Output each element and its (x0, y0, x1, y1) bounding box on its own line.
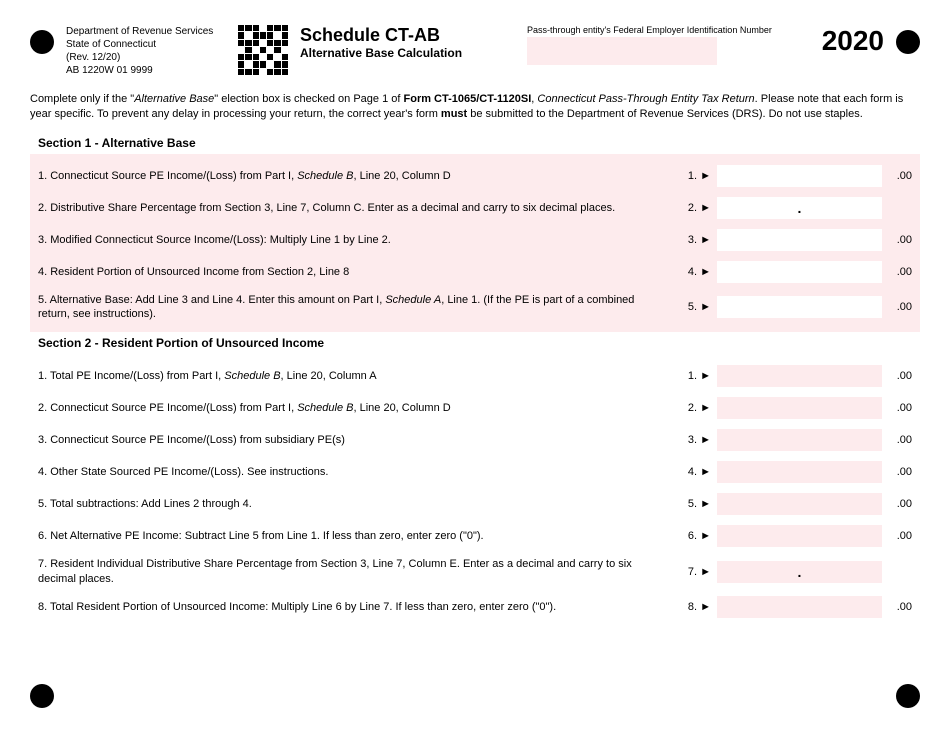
section2-line2-input[interactable] (717, 397, 882, 419)
line-suffix: .00 (882, 498, 912, 510)
line-suffix: .00 (882, 266, 912, 278)
line-suffix: .00 (882, 370, 912, 382)
line-number-marker: 3. ► (677, 234, 717, 246)
line-description: 5. Total subtractions: Add Lines 2 throu… (38, 497, 677, 511)
line-number-marker: 5. ► (677, 498, 717, 510)
line-suffix: .00 (882, 434, 912, 446)
section2-line7-input[interactable]: . (717, 561, 882, 583)
line-row: 5. Alternative Base: Add Line 3 and Line… (30, 288, 920, 327)
alignment-dot-top-left (30, 30, 54, 54)
footer-dots (30, 684, 920, 708)
section1-line3-input[interactable] (717, 229, 882, 251)
line-suffix: .00 (882, 466, 912, 478)
line-row: 2. Connecticut Source PE Income/(Loss) f… (30, 392, 920, 424)
section1-header: Section 1 - Alternative Base (30, 132, 920, 154)
line-row: 8. Total Resident Portion of Unsourced I… (30, 591, 920, 623)
alignment-dot-bottom-right (896, 684, 920, 708)
qr-code-icon (238, 25, 288, 75)
section2-line3-input[interactable] (717, 429, 882, 451)
title-block: Schedule CT-AB Alternative Base Calculat… (300, 25, 515, 60)
line-number-marker: 1. ► (677, 170, 717, 182)
line-suffix: .00 (882, 601, 912, 613)
line-row: 4. Resident Portion of Unsourced Income … (30, 256, 920, 288)
line-suffix: .00 (882, 234, 912, 246)
line-description: 4. Resident Portion of Unsourced Income … (38, 265, 677, 279)
line-suffix: .00 (882, 530, 912, 542)
line-description: 2. Connecticut Source PE Income/(Loss) f… (38, 401, 677, 415)
line-number-marker: 5. ► (677, 301, 717, 313)
instructions-text: Complete only if the "Alternative Base" … (30, 92, 920, 122)
line-description: 7. Resident Individual Distributive Shar… (38, 557, 677, 586)
dept-line2: State of Connecticut (66, 38, 226, 51)
dept-line4: AB 1220W 01 9999 (66, 64, 226, 77)
fein-block: Pass-through entity's Federal Employer I… (527, 25, 802, 65)
form-title: Schedule CT-AB (300, 25, 515, 46)
line-number-marker: 7. ► (677, 566, 717, 578)
dept-line3: (Rev. 12/20) (66, 51, 226, 64)
section1-line1-input[interactable] (717, 165, 882, 187)
line-row: 3. Modified Connecticut Source Income/(L… (30, 224, 920, 256)
fein-label: Pass-through entity's Federal Employer I… (527, 25, 802, 35)
section2-line8-input[interactable] (717, 596, 882, 618)
tax-year: 2020 (822, 25, 884, 57)
line-row: 7. Resident Individual Distributive Shar… (30, 552, 920, 591)
section1-line2-input[interactable]: . (717, 197, 882, 219)
section2-line5-input[interactable] (717, 493, 882, 515)
form-header: Department of Revenue Services State of … (30, 25, 920, 77)
line-suffix: .00 (882, 170, 912, 182)
line-row: 1. Total PE Income/(Loss) from Part I, S… (30, 360, 920, 392)
section1-line4-input[interactable] (717, 261, 882, 283)
section1-band: 1. Connecticut Source PE Income/(Loss) f… (30, 154, 920, 333)
decimal-point: . (798, 200, 802, 216)
line-number-marker: 6. ► (677, 530, 717, 542)
decimal-point: . (798, 564, 802, 580)
section2-line4-input[interactable] (717, 461, 882, 483)
line-row: 2. Distributive Share Percentage from Se… (30, 192, 920, 224)
form-subtitle: Alternative Base Calculation (300, 46, 515, 60)
line-suffix: .00 (882, 301, 912, 313)
alignment-dot-top-right (896, 30, 920, 54)
line-description: 2. Distributive Share Percentage from Se… (38, 201, 677, 215)
dept-line1: Department of Revenue Services (66, 25, 226, 38)
line-description: 1. Total PE Income/(Loss) from Part I, S… (38, 369, 677, 383)
line-row: 3. Connecticut Source PE Income/(Loss) f… (30, 424, 920, 456)
line-description: 5. Alternative Base: Add Line 3 and Line… (38, 293, 677, 322)
section2-line1-input[interactable] (717, 365, 882, 387)
line-number-marker: 3. ► (677, 434, 717, 446)
alignment-dot-bottom-left (30, 684, 54, 708)
line-description: 8. Total Resident Portion of Unsourced I… (38, 600, 677, 614)
section2-header: Section 2 - Resident Portion of Unsource… (30, 332, 920, 354)
line-number-marker: 4. ► (677, 266, 717, 278)
line-number-marker: 1. ► (677, 370, 717, 382)
section1-line5-input[interactable] (717, 296, 882, 318)
line-number-marker: 2. ► (677, 402, 717, 414)
line-number-marker: 8. ► (677, 601, 717, 613)
line-suffix: .00 (882, 402, 912, 414)
fein-input[interactable] (527, 37, 717, 65)
section2-band: 1. Total PE Income/(Loss) from Part I, S… (30, 354, 920, 629)
line-row: 5. Total subtractions: Add Lines 2 throu… (30, 488, 920, 520)
line-row: 6. Net Alternative PE Income: Subtract L… (30, 520, 920, 552)
line-description: 3. Modified Connecticut Source Income/(L… (38, 233, 677, 247)
line-row: 1. Connecticut Source PE Income/(Loss) f… (30, 160, 920, 192)
line-row: 4. Other State Sourced PE Income/(Loss).… (30, 456, 920, 488)
line-number-marker: 2. ► (677, 202, 717, 214)
line-description: 4. Other State Sourced PE Income/(Loss).… (38, 465, 677, 479)
line-description: 3. Connecticut Source PE Income/(Loss) f… (38, 433, 677, 447)
line-description: 6. Net Alternative PE Income: Subtract L… (38, 529, 677, 543)
department-block: Department of Revenue Services State of … (66, 25, 226, 77)
line-description: 1. Connecticut Source PE Income/(Loss) f… (38, 169, 677, 183)
section2-line6-input[interactable] (717, 525, 882, 547)
line-number-marker: 4. ► (677, 466, 717, 478)
